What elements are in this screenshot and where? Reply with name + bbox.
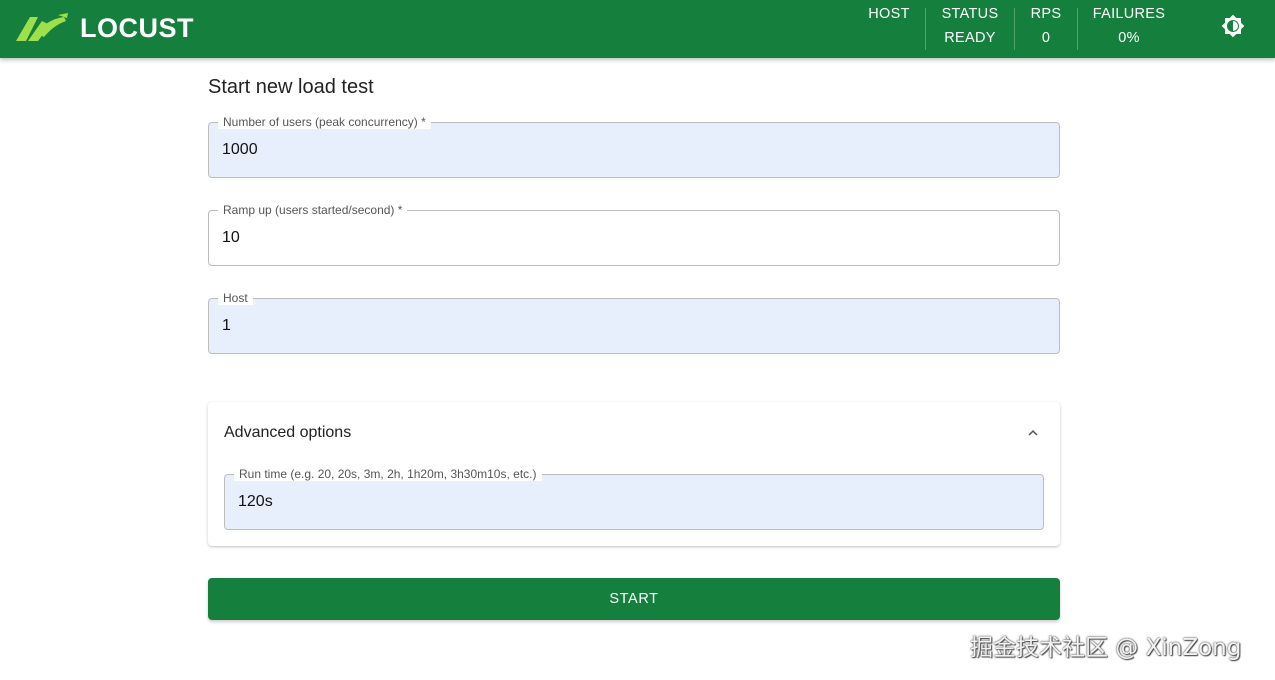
advanced-options-toggle[interactable]: Advanced options: [208, 402, 1060, 464]
page-title: Start new load test: [208, 76, 374, 98]
brand-name: LOCUST: [80, 12, 194, 43]
stat-status-label: STATUS: [941, 6, 999, 22]
users-input[interactable]: [222, 123, 1046, 177]
brand-logo[interactable]: LOCUST: [14, 12, 194, 44]
run-time-input[interactable]: [238, 475, 1030, 529]
stat-rps-label: RPS: [1030, 6, 1062, 22]
stat-divider: [925, 8, 926, 50]
stat-rps-value: 0: [1041, 30, 1051, 46]
watermark-text: 掘金技术社区 @ XinZong: [970, 635, 1242, 661]
ramp-up-input[interactable]: [222, 211, 1046, 265]
stat-status-value: READY: [944, 30, 996, 46]
stat-rps: RPS 0: [1024, 0, 1068, 58]
host-field: Host: [208, 291, 1060, 354]
chevron-up-icon: [1028, 430, 1038, 436]
locust-logo-icon: [16, 13, 68, 41]
stat-failures-value: 0%: [1118, 30, 1140, 46]
stat-host-label: HOST: [868, 6, 910, 22]
stat-failures: FAILURES 0%: [1088, 0, 1170, 58]
stat-divider: [1014, 8, 1015, 50]
stat-host: HOST: [862, 0, 916, 58]
advanced-options-panel: Advanced options Run time (e.g. 20, 20s,…: [208, 402, 1060, 546]
start-button[interactable]: START: [208, 578, 1060, 620]
host-input[interactable]: [222, 299, 1046, 353]
ramp-up-field: Ramp up (users started/second) *: [208, 203, 1060, 266]
theme-toggle-button[interactable]: [1218, 11, 1248, 41]
run-time-field: Run time (e.g. 20, 20s, 3m, 2h, 1h20m, 3…: [224, 467, 1044, 530]
users-field: Number of users (peak concurrency) *: [208, 115, 1060, 178]
advanced-options-title: Advanced options: [224, 424, 352, 441]
top-app-bar: LOCUST HOST STATUS READY RPS 0 FAILURES …: [0, 0, 1275, 58]
stat-failures-label: FAILURES: [1092, 6, 1166, 22]
brightness-icon: [1221, 14, 1245, 38]
stat-status: STATUS READY: [936, 0, 1004, 58]
stat-divider: [1077, 8, 1078, 50]
